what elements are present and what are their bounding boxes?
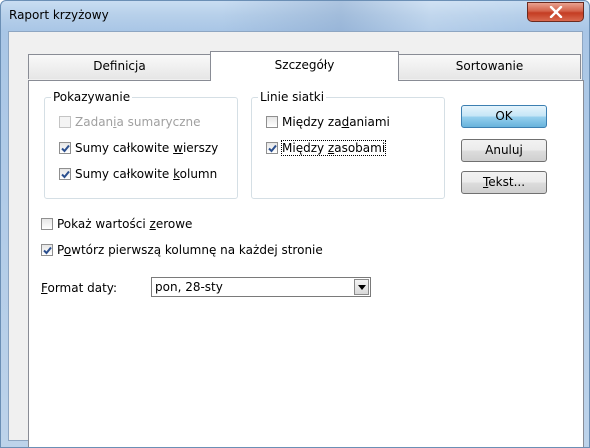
title-bar[interactable]: Raport krzyżowy: [1, 1, 589, 31]
tab-szczegoly[interactable]: Szczegóły: [210, 51, 399, 81]
tab-sortowanie[interactable]: Sortowanie: [398, 54, 581, 79]
checkbox-box: [59, 142, 71, 154]
title-bar-glass: [221, 1, 521, 31]
window-title: Raport krzyżowy: [9, 8, 109, 22]
checkmark-icon: [268, 144, 277, 153]
show-zero-values-checkbox[interactable]: Pokaż wartości zerowe: [41, 217, 192, 231]
text-button[interactable]: Tekst...: [461, 171, 547, 194]
column-totals-checkbox[interactable]: Sumy całkowite kolumn: [59, 167, 217, 181]
checkbox-box: [59, 168, 71, 180]
checkbox-label: Pokaż wartości zerowe: [57, 217, 193, 231]
checkmark-icon: [43, 246, 52, 255]
checkbox-box: [59, 116, 71, 128]
repeat-first-column-checkbox[interactable]: Powtórz pierwszą kolumnę na każdej stron…: [41, 243, 323, 257]
text-button-label: Tekst...: [482, 175, 526, 189]
date-format-select[interactable]: pon, 28-sty: [151, 277, 371, 297]
ok-button-label: OK: [495, 109, 513, 123]
close-icon: [549, 6, 563, 18]
tab-panel-details: Pokazywanie Zadania sumaryczne Sumy całk…: [28, 80, 584, 447]
tab-label: Szczegóły: [274, 58, 335, 72]
date-format-value: pon, 28-sty: [155, 280, 223, 294]
checkbox-label: Zadania sumaryczne: [75, 115, 201, 129]
cancel-button[interactable]: Anuluj: [461, 139, 547, 162]
row-totals-checkbox[interactable]: Sumy całkowite wierszy: [59, 141, 218, 155]
ok-button[interactable]: OK: [461, 105, 547, 128]
checkbox-label: Między zasobami: [280, 140, 387, 156]
dropdown-button[interactable]: [354, 279, 369, 295]
checkbox-box: [266, 116, 278, 128]
dialog-window: Raport krzyżowy Definicja Szczegóły Sort…: [0, 0, 590, 448]
checkmark-icon: [61, 170, 70, 179]
close-button[interactable]: [527, 2, 584, 22]
gridlines-group-legend: Linie siatki: [258, 90, 327, 104]
tab-label: Definicja: [93, 59, 146, 73]
cancel-button-label: Anuluj: [485, 143, 523, 157]
checkbox-box: [41, 218, 53, 230]
between-resources-checkbox[interactable]: Między zasobami: [266, 140, 387, 156]
checkbox-label: Powtórz pierwszą kolumnę na każdej stron…: [57, 243, 323, 257]
show-group-legend: Pokazywanie: [51, 90, 133, 104]
between-tasks-checkbox[interactable]: Między zadaniami: [266, 115, 390, 129]
tab-definicja[interactable]: Definicja: [28, 54, 211, 79]
checkbox-label: Sumy całkowite wierszy: [75, 141, 219, 155]
checkmark-icon: [61, 144, 70, 153]
checkbox-label: Sumy całkowite kolumn: [75, 167, 218, 181]
checkbox-box: [41, 244, 53, 256]
chevron-down-icon: [358, 285, 366, 290]
checkbox-label: Między zadaniami: [282, 115, 390, 129]
date-format-label: Format daty:: [41, 281, 118, 295]
checkbox-box: [266, 142, 278, 154]
tab-label: Sortowanie: [455, 59, 524, 73]
dialog-client-area: Definicja Szczegóły Sortowanie Pokazywan…: [8, 31, 584, 447]
summary-tasks-checkbox[interactable]: Zadania sumaryczne: [59, 115, 201, 129]
